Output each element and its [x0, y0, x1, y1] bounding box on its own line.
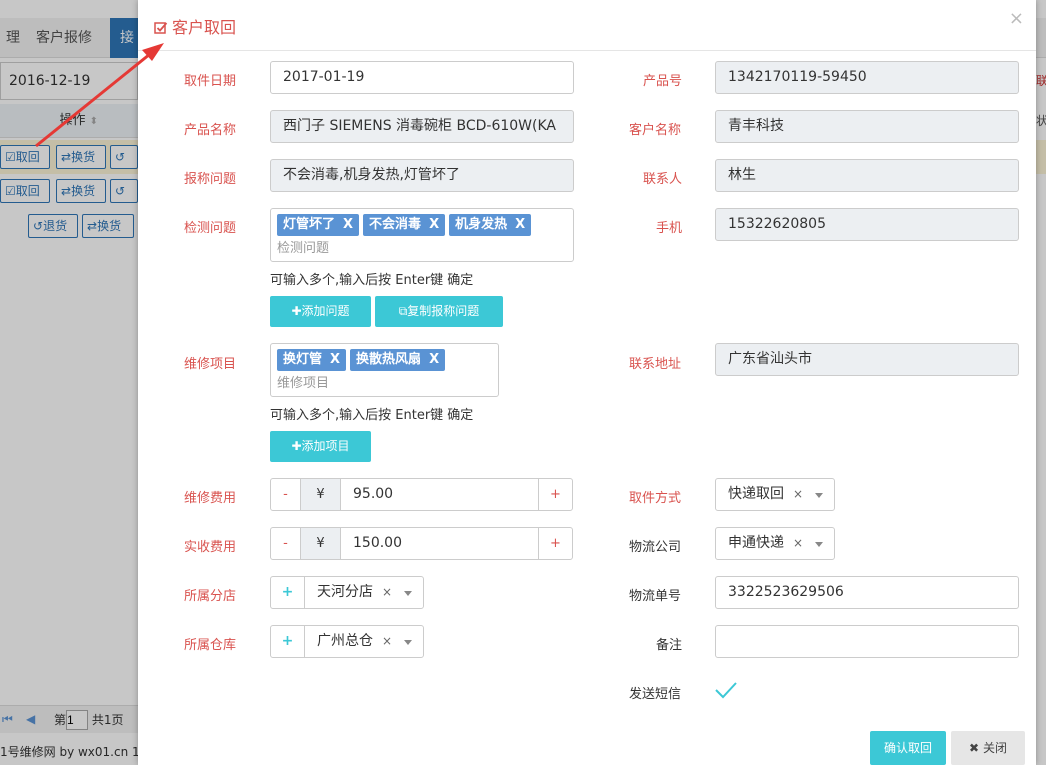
- tag-placeholder: 检测问题: [277, 241, 330, 256]
- close-icon[interactable]: ×: [1009, 8, 1024, 29]
- tag-placeholder: 维修项目: [277, 376, 330, 391]
- label-pickup-method: 取件方式: [629, 491, 682, 506]
- label-branch: 所属分店: [184, 589, 237, 604]
- add-issue-button[interactable]: ✚添加问题: [270, 296, 371, 327]
- clear-icon[interactable]: ×: [382, 577, 392, 608]
- contact-field: 林生: [715, 159, 1019, 192]
- logistics-company-select[interactable]: 申通快递 ×: [715, 527, 835, 560]
- branch-select[interactable]: + 天河分店 ×: [270, 576, 424, 609]
- label-reported-issue: 报称问题: [184, 172, 237, 187]
- tag: 换散热风扇 X: [350, 349, 446, 371]
- reported-issue-field: 不会消毒,机身发热,灯管坏了: [270, 159, 574, 192]
- warehouse-select[interactable]: + 广州总仓 ×: [270, 625, 424, 658]
- increment-button[interactable]: +: [538, 528, 572, 559]
- remark-input[interactable]: [715, 625, 1019, 658]
- tag: 不会消毒 X: [363, 214, 446, 236]
- customer-name-field: 青丰科技: [715, 110, 1019, 143]
- pickup-date-input[interactable]: 2017-01-19: [270, 61, 574, 94]
- tag: 换灯管 X: [277, 349, 347, 371]
- annotation-arrow-icon: [35, 43, 164, 148]
- logistics-company-value: 申通快递: [728, 535, 784, 551]
- currency-addon: ¥: [301, 528, 341, 559]
- tracking-no-input[interactable]: 3322523629506: [715, 576, 1019, 609]
- repair-items-tag-input[interactable]: 换灯管 X 换散热风扇 X 维修项目: [270, 343, 499, 397]
- label-contact: 联系人: [643, 172, 683, 187]
- divider: [138, 50, 1036, 51]
- plus-icon: ✚: [291, 439, 302, 453]
- phone-field: 15322620805: [715, 208, 1019, 241]
- label-repair-items: 维修项目: [184, 357, 237, 372]
- copy-icon: ⧉: [398, 304, 408, 318]
- input-hint: 可输入多个,输入后按 Enter键 确定: [270, 273, 474, 288]
- branch-select-value: 天河分店: [317, 584, 373, 600]
- label-product-no: 产品号: [643, 74, 683, 89]
- actual-fee-stepper[interactable]: - ¥ 150.00 +: [270, 527, 573, 560]
- confirm-retrieve-button[interactable]: 确认取回: [870, 731, 946, 765]
- tag: 灯管坏了 X: [277, 214, 360, 236]
- warehouse-select-value: 广州总仓: [317, 633, 373, 649]
- label-detected-issue: 检测问题: [184, 221, 237, 236]
- address-field: 广东省汕头市: [715, 343, 1019, 376]
- label-tracking-no: 物流单号: [629, 589, 682, 604]
- actual-fee-value[interactable]: 150.00: [353, 528, 402, 559]
- label-customer-name: 客户名称: [629, 123, 682, 138]
- label-logistics-company: 物流公司: [629, 540, 682, 555]
- clear-icon[interactable]: ×: [382, 626, 392, 657]
- label-remark: 备注: [656, 638, 683, 653]
- label-repair-fee: 维修费用: [184, 491, 237, 506]
- repair-fee-stepper[interactable]: - ¥ 95.00 +: [270, 478, 573, 511]
- detected-issue-tag-input[interactable]: 灯管坏了 X 不会消毒 X 机身发热 X 检测问题: [270, 208, 574, 262]
- checkmark-icon[interactable]: [714, 680, 738, 700]
- chevron-down-icon: [815, 493, 823, 498]
- remove-tag-icon[interactable]: X: [429, 352, 439, 367]
- remove-tag-icon[interactable]: X: [343, 217, 353, 232]
- label-warehouse: 所属仓库: [184, 638, 237, 653]
- clear-icon[interactable]: ×: [793, 528, 803, 559]
- remove-tag-icon[interactable]: X: [429, 217, 439, 232]
- label-send-sms: 发送短信: [629, 687, 682, 702]
- remove-tag-icon[interactable]: X: [515, 217, 525, 232]
- plus-icon[interactable]: +: [271, 626, 305, 657]
- product-no-field: 1342170119-59450: [715, 61, 1019, 94]
- retrieve-dialog: 客户取回 × 取件日期 2017-01-19 产品名称 西门子 SIEMENS …: [138, 0, 1036, 765]
- clear-icon[interactable]: ×: [793, 479, 803, 510]
- close-button[interactable]: ✖ 关闭: [951, 731, 1025, 765]
- close-icon: ✖: [969, 741, 980, 755]
- input-hint: 可输入多个,输入后按 Enter键 确定: [270, 408, 474, 423]
- label-actual-fee: 实收费用: [184, 540, 237, 555]
- chevron-down-icon: [404, 591, 412, 596]
- decrement-button[interactable]: -: [271, 528, 301, 559]
- label-address: 联系地址: [629, 357, 682, 372]
- increment-button[interactable]: +: [538, 479, 572, 510]
- chevron-down-icon: [815, 542, 823, 547]
- plus-icon[interactable]: +: [271, 577, 305, 608]
- product-name-field: 西门子 SIEMENS 消毒碗柜 BCD-610W(KA: [270, 110, 574, 143]
- pickup-method-value: 快递取回: [728, 486, 784, 502]
- currency-addon: ¥: [301, 479, 341, 510]
- copy-reported-issue-button[interactable]: ⧉复制报称问题: [375, 296, 503, 327]
- repair-fee-value[interactable]: 95.00: [353, 479, 393, 510]
- chevron-down-icon: [404, 640, 412, 645]
- label-phone: 手机: [656, 221, 683, 236]
- decrement-button[interactable]: -: [271, 479, 301, 510]
- pickup-method-select[interactable]: 快递取回 ×: [715, 478, 835, 511]
- tag: 机身发热 X: [449, 214, 532, 236]
- plus-icon: ✚: [291, 304, 302, 318]
- remove-tag-icon[interactable]: X: [330, 352, 340, 367]
- add-item-button[interactable]: ✚添加项目: [270, 431, 371, 462]
